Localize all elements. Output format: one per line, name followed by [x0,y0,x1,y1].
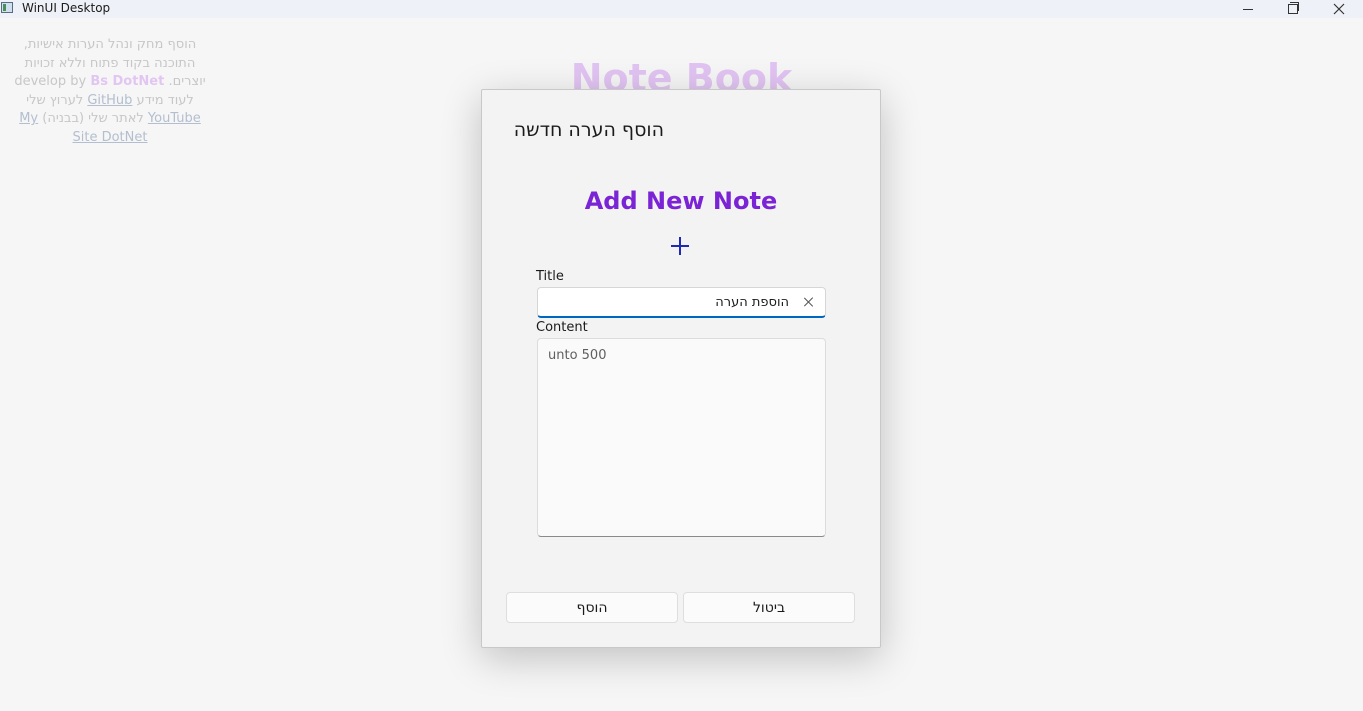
title-field[interactable] [537,287,826,318]
close-button[interactable] [1316,0,1362,18]
maximize-button[interactable] [1270,0,1316,18]
close-icon [1333,3,1345,15]
title-input[interactable] [544,288,789,317]
plus-icon [671,237,689,255]
add-note-dialog: הוסף הערה חדשה Add New Note Title Conten… [481,89,881,648]
content-label: Content [536,320,588,335]
clear-icon[interactable] [802,295,816,309]
title-label: Title [536,269,564,284]
window-title: WinUI Desktop [22,1,111,15]
dialog-title: הוסף הערה חדשה [513,119,664,141]
content-input[interactable] [548,348,813,528]
app-window-icon [1,2,13,13]
cancel-button[interactable]: ביטול [683,592,855,623]
minimize-button[interactable] [1225,0,1271,18]
content-field[interactable] [537,338,826,537]
dialog-heading: Add New Note [584,187,778,215]
maximize-icon [1288,2,1299,14]
title-bar: WinUI Desktop [0,0,1363,18]
minimize-icon [1243,8,1253,10]
add-button[interactable]: הוסף [506,592,678,623]
